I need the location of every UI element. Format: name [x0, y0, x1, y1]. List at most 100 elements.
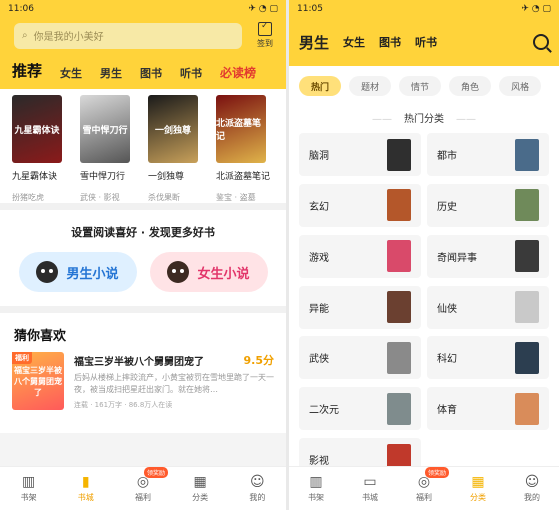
book-title: 九星霸体诀	[12, 172, 58, 182]
category-item[interactable]: 仙侠	[427, 285, 549, 329]
search-icon[interactable]	[533, 34, 549, 50]
tab-books[interactable]: 图书	[379, 34, 401, 50]
guess-book[interactable]: 福利 福宝三岁半被八个舅舅团宠了 福宝三岁半被八个舅舅团宠了 9.5分 后妈从楼…	[0, 352, 286, 410]
category-cover	[387, 291, 411, 324]
chip-theme[interactable]: 题材	[349, 76, 392, 96]
book-card[interactable]: 一剑独尊 一剑独尊 杀伐果断	[148, 95, 206, 203]
preference-title: 设置阅读喜好 · 发现更多好书	[71, 226, 215, 239]
category-item[interactable]: 异能	[299, 285, 421, 329]
category-cover	[387, 189, 411, 222]
nav-welfare[interactable]: 领奖励 ◎ 福利	[134, 467, 168, 503]
male-novel-label: 男生小说	[66, 266, 119, 282]
category-cover	[387, 138, 411, 171]
guess-title: 猜你喜欢	[14, 329, 67, 344]
category-item[interactable]: 科幻	[427, 336, 549, 380]
status-bar: 11:06 ✈ ◔ ▢	[0, 0, 286, 18]
filter-chips: 热门 题材 情节 角色 风格	[289, 66, 559, 104]
category-item[interactable]: 历史	[427, 183, 549, 227]
category-screen: 11:05 ✈ ◔ ▢ 男生 女生 图书 听书 热门 题材 情节 角色 风格 —…	[289, 0, 559, 510]
guess-book-title: 福宝三岁半被八个舅舅团宠了	[74, 356, 204, 368]
category-item[interactable]: 脑洞	[299, 133, 421, 176]
bookshelf-icon: ▥	[309, 474, 323, 490]
bookstore-icon: ▭	[363, 474, 377, 490]
chip-style[interactable]: 风格	[499, 76, 542, 96]
category-cover	[515, 240, 539, 273]
nav-profile[interactable]: ☺ 我的	[523, 474, 541, 503]
category-grid: 脑洞 都市 玄幻 历史 游戏 奇闻异事 异能 仙侠 武侠 科幻 二次元 体育 影…	[289, 133, 559, 483]
book-card[interactable]: 北派盗墓笔记 北派盗墓笔记 鉴宝 · 盗墓	[216, 95, 274, 203]
guess-book-meta: 连载 · 161万字 · 86.8万人在读	[74, 401, 173, 409]
bookshelf-icon: ▥	[21, 474, 36, 490]
bookstore-icon: ▮	[81, 474, 90, 490]
category-item[interactable]: 游戏	[299, 234, 421, 278]
category-cover	[387, 341, 411, 374]
book-title: 一剑独尊	[148, 172, 185, 182]
category-cover	[515, 189, 539, 222]
nav-profile[interactable]: ☺ 我的	[248, 474, 266, 503]
bookstore-screen: 11:06 ✈ ◔ ▢ ⌕ 你是我的小美好 签到 推荐 女生 男生 图书 听书 …	[0, 0, 286, 510]
guess-book-score: 9.5分	[243, 354, 275, 367]
nav-bookshelf[interactable]: ▥ 书架	[20, 474, 38, 503]
status-bar: 11:05 ✈ ◔ ▢	[289, 0, 559, 18]
category-icon: ▦	[471, 474, 485, 490]
book-card[interactable]: 九星霸体诀 九星霸体诀 扮猪吃虎	[12, 95, 70, 203]
tab-audio[interactable]: 听书	[415, 34, 437, 50]
book-card[interactable]: 雪中悍刀行 雪中悍刀行 武侠 · 影视	[80, 95, 138, 203]
tab-recommend[interactable]: 推荐	[12, 60, 42, 81]
guess-section: 猜你喜欢 福利 福宝三岁半被八个舅舅团宠了 福宝三岁半被八个舅舅团宠了 9.5分…	[0, 313, 286, 433]
bottom-nav: ▥ 书架 ▭ 书城 领奖励 ◎ 福利 ▦ 分类 ☺ 我的	[289, 466, 559, 510]
status-icons: ✈ ◔ ▢	[248, 4, 278, 14]
search-input[interactable]: ⌕ 你是我的小美好	[14, 22, 242, 49]
category-tabs: 推荐 女生 男生 图书 听书 必读榜	[0, 55, 286, 89]
tab-audio[interactable]: 听书	[180, 65, 202, 81]
nav-bookshelf[interactable]: ▥ 书架	[307, 474, 325, 503]
profile-icon: ☺	[250, 474, 265, 490]
book-tags: 武侠 · 影视	[80, 193, 120, 202]
female-avatar-icon	[167, 261, 190, 283]
category-item[interactable]: 二次元	[299, 387, 421, 431]
book-cover: 北派盗墓笔记	[216, 95, 266, 163]
female-novel-button[interactable]: 女生小说	[149, 252, 268, 292]
section-title: —— 热门分类 ——	[289, 104, 559, 133]
tab-male[interactable]: 男生	[100, 65, 122, 81]
book-tags: 杀伐果断	[148, 193, 180, 202]
category-cover	[387, 392, 411, 425]
tab-female[interactable]: 女生	[60, 65, 82, 81]
tab-female[interactable]: 女生	[343, 34, 365, 50]
book-cover: 一剑独尊	[148, 95, 198, 163]
category-cover	[387, 240, 411, 273]
category-cover	[515, 392, 539, 425]
header: 11:05 ✈ ◔ ▢ 男生 女生 图书 听书	[289, 0, 559, 66]
tab-must-read[interactable]: 必读榜	[220, 64, 256, 81]
category-item[interactable]: 奇闻异事	[427, 234, 549, 278]
nav-category[interactable]: ▦ 分类	[191, 474, 209, 503]
nav-category[interactable]: ▦ 分类	[469, 474, 487, 503]
category-cover	[515, 138, 539, 171]
status-time: 11:05	[297, 4, 323, 14]
category-item[interactable]: 武侠	[299, 336, 421, 380]
category-icon: ▦	[193, 474, 207, 490]
book-title: 雪中悍刀行	[80, 172, 126, 182]
nav-bookstore[interactable]: ▭ 书城	[361, 474, 379, 503]
tab-male[interactable]: 男生	[299, 32, 329, 53]
nav-bookstore[interactable]: ▮ 书城	[77, 474, 95, 503]
search-icon: ⌕	[22, 30, 28, 41]
book-cover: 雪中悍刀行	[80, 95, 130, 163]
chip-hot[interactable]: 热门	[299, 76, 342, 96]
male-novel-button[interactable]: 男生小说	[18, 252, 137, 292]
checkin-button[interactable]: 签到	[252, 21, 278, 49]
reward-badge: 领奖励	[425, 467, 450, 478]
preference-section: 设置阅读喜好 · 发现更多好书 男生小说 女生小说	[0, 210, 286, 306]
category-item[interactable]: 玄幻	[299, 183, 421, 227]
status-icons: ✈ ◔ ▢	[521, 4, 551, 14]
chip-plot[interactable]: 情节	[399, 76, 442, 96]
nav-welfare[interactable]: 领奖励 ◎ 福利	[415, 467, 450, 503]
category-cover	[515, 341, 539, 374]
featured-books: 九星霸体诀 九星霸体诀 扮猪吃虎 雪中悍刀行 雪中悍刀行 武侠 · 影视 一剑独…	[0, 89, 286, 203]
male-avatar-icon	[36, 261, 59, 283]
tab-books[interactable]: 图书	[140, 65, 162, 81]
category-item[interactable]: 体育	[427, 387, 549, 431]
category-item[interactable]: 都市	[427, 133, 549, 176]
calendar-check-icon	[258, 21, 272, 36]
chip-role[interactable]: 角色	[449, 76, 492, 96]
